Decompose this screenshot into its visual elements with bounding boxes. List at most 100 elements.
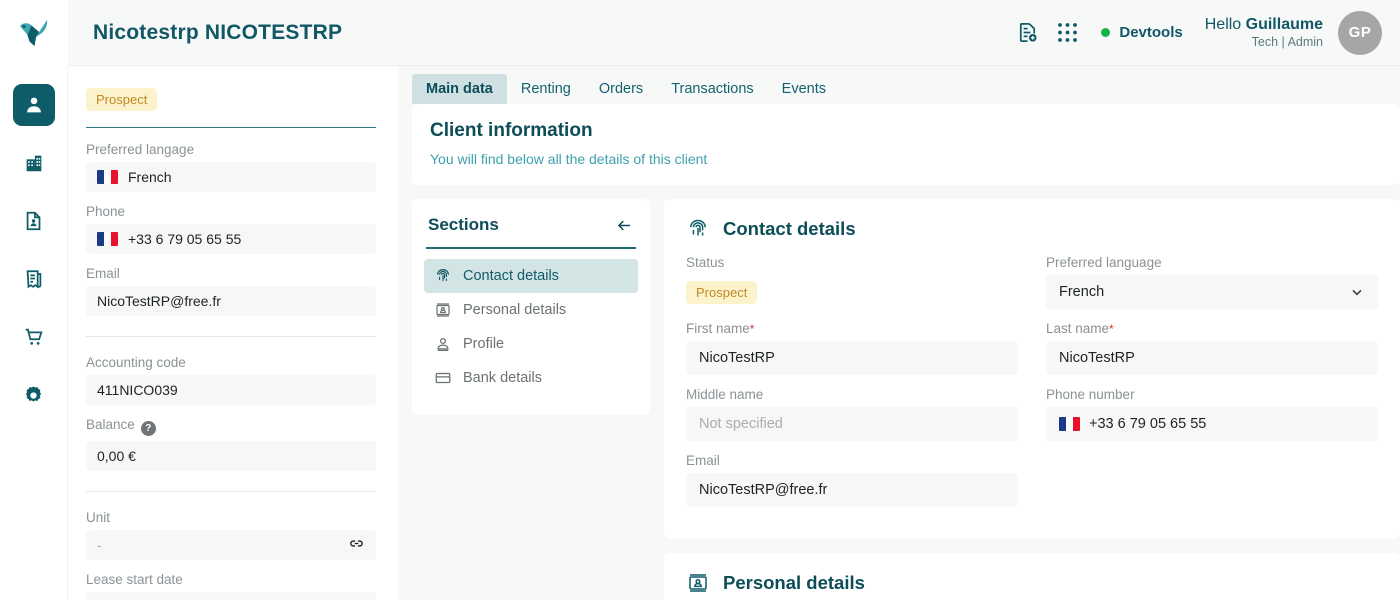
field-value: NicoTestRP	[1059, 350, 1135, 366]
tab-orders[interactable]: Orders	[585, 74, 657, 104]
field-value-box[interactable]: +33 6 79 05 65 55	[86, 224, 376, 254]
required-marker: *	[749, 322, 755, 336]
field-value-box[interactable]: French	[86, 162, 376, 192]
status-badge: Prospect	[686, 280, 758, 304]
field-value: 0,00 €	[97, 448, 136, 464]
devtools-indicator[interactable]: Devtools	[1101, 24, 1183, 41]
id-document-icon	[26, 211, 40, 231]
status-dot-icon	[1101, 28, 1111, 37]
contact-details-card: Contact details Status Prospect Preferre…	[664, 199, 1400, 539]
field-label: Status	[686, 255, 725, 270]
field-value-box[interactable]: NicoTestRP@free.fr	[86, 286, 376, 316]
detail-column: Contact details Status Prospect Preferre…	[664, 199, 1400, 600]
contact-details-header: Contact details	[686, 217, 1378, 241]
help-icon[interactable]: ?	[140, 421, 156, 436]
client-information-card: Client information You will find below a…	[412, 104, 1400, 185]
divider-gray-2	[86, 491, 376, 492]
divider-teal	[86, 127, 376, 128]
client-summary-panel: Prospect Preferred langage French Phone …	[68, 66, 398, 600]
field-label-text: First name	[686, 321, 750, 336]
field-value: 411NICO039	[97, 382, 178, 398]
phone-number-input[interactable]: +33 6 79 05 65 55	[1046, 407, 1378, 441]
tab-renting[interactable]: Renting	[507, 74, 585, 104]
email-input[interactable]: NicoTestRP@free.fr	[686, 473, 1018, 507]
sections-title: Sections	[428, 215, 499, 234]
apps-grid-icon[interactable]	[1047, 13, 1087, 53]
left-navigation-sidebar	[0, 66, 68, 600]
field-value: French	[128, 169, 172, 185]
sidebar-item-orders[interactable]	[13, 316, 55, 358]
field-label: Phone	[86, 204, 126, 219]
first-name-input[interactable]: NicoTestRP	[686, 341, 1018, 375]
field-first-name: First name* NicoTestRP	[686, 321, 1018, 375]
page-title: Nicotestrp NICOTESTRP	[93, 20, 343, 44]
sidebar-item-companies[interactable]	[13, 142, 55, 184]
field-preferred-langage: Preferred langage French	[86, 142, 376, 192]
tab-bar: Main data Renting Orders Transactions Ev…	[412, 66, 1400, 104]
sidebar-item-contact-details[interactable]: Contact details	[424, 258, 638, 293]
personal-details-header: Personal details	[686, 571, 1378, 595]
content-panes: Sections Contact details Personal detail…	[412, 199, 1400, 600]
field-email-address: Email NicoTestRP@free.fr	[686, 453, 1018, 507]
field-phone-number: Phone number +33 6 79 05 65 55	[1046, 387, 1378, 441]
document-add-icon[interactable]	[1007, 13, 1047, 53]
field-accounting-code: Accounting code 411NICO039	[86, 355, 376, 405]
sidebar-item-profile[interactable]: Profile	[424, 327, 638, 361]
top-header: Nicotestrp NICOTESTRP Devtools Hello Gui…	[0, 0, 1400, 66]
field-label: Unit	[86, 510, 111, 525]
tab-transactions[interactable]: Transactions	[657, 74, 767, 104]
id-card-icon	[686, 571, 710, 595]
sidebar-item-invoices[interactable]	[13, 258, 55, 300]
sidebar-item-contracts[interactable]	[13, 200, 55, 242]
person-icon	[434, 335, 452, 353]
contact-details-title: Contact details	[723, 218, 856, 239]
sidebar-item-label: Contact details	[463, 267, 559, 284]
field-value: NicoTestRP	[699, 350, 775, 366]
status-badge-row: Prospect	[686, 275, 1018, 309]
sidebar-item-clients[interactable]	[12, 84, 55, 126]
chevron-down-icon	[1349, 284, 1365, 300]
divider-gray	[86, 336, 376, 337]
field-middle-name: Middle name Not specified	[686, 387, 1018, 441]
field-label: First name*	[686, 321, 1018, 336]
main-content: Main data Renting Orders Transactions Ev…	[398, 66, 1400, 600]
field-balance: Balance? 0,00 €	[86, 417, 376, 471]
arrow-left-icon[interactable]	[615, 216, 634, 235]
field-label-text: Last name	[1046, 321, 1110, 336]
middle-name-input[interactable]: Not specified	[686, 407, 1018, 441]
last-name-input[interactable]: NicoTestRP	[1046, 341, 1378, 375]
avatar[interactable]: GP	[1338, 10, 1382, 55]
credit-card-icon	[434, 369, 452, 387]
devtools-label: Devtools	[1119, 24, 1183, 41]
field-value: NicoTestRP@free.fr	[699, 482, 828, 498]
field-value-box[interactable]: 411NICO039	[86, 375, 376, 405]
field-value-box[interactable]: -	[86, 592, 376, 600]
field-label: Lease start date	[86, 572, 183, 587]
field-label: Phone number	[1046, 387, 1135, 402]
logo-container[interactable]	[0, 0, 68, 66]
french-flag-icon	[1059, 417, 1080, 431]
sections-card: Sections Contact details Personal detail…	[412, 199, 650, 415]
field-email: Email NicoTestRP@free.fr	[86, 266, 376, 316]
user-greeting: Hello Guillaume	[1205, 15, 1323, 35]
field-value-box[interactable]: 0,00 €	[86, 441, 376, 471]
preferred-language-select[interactable]: French	[1046, 275, 1378, 309]
tab-main-data[interactable]: Main data	[412, 74, 507, 104]
contact-details-grid: Status Prospect Preferred language Frenc…	[686, 255, 1378, 519]
field-value-box[interactable]: -	[86, 530, 376, 560]
sections-header: Sections	[424, 215, 638, 235]
user-info[interactable]: Hello Guillaume Tech | Admin	[1205, 15, 1323, 51]
header-actions: Devtools Hello Guillaume Tech | Admin GP	[1007, 10, 1400, 55]
link-icon[interactable]	[348, 535, 365, 555]
sidebar-item-bank-details[interactable]: Bank details	[424, 361, 638, 395]
sidebar-item-settings[interactable]	[13, 374, 55, 416]
field-label-text: Balance	[86, 417, 135, 432]
sidebar-item-personal-details[interactable]: Personal details	[424, 293, 638, 327]
client-information-subtitle: You will find below all the details of t…	[430, 151, 708, 167]
field-value: French	[1059, 284, 1105, 300]
required-marker: *	[1109, 322, 1114, 336]
tab-events[interactable]: Events	[768, 74, 840, 104]
field-value: +33 6 79 05 65 55	[1089, 416, 1207, 432]
field-label: Preferred language	[1046, 255, 1162, 270]
sections-divider	[426, 247, 636, 249]
